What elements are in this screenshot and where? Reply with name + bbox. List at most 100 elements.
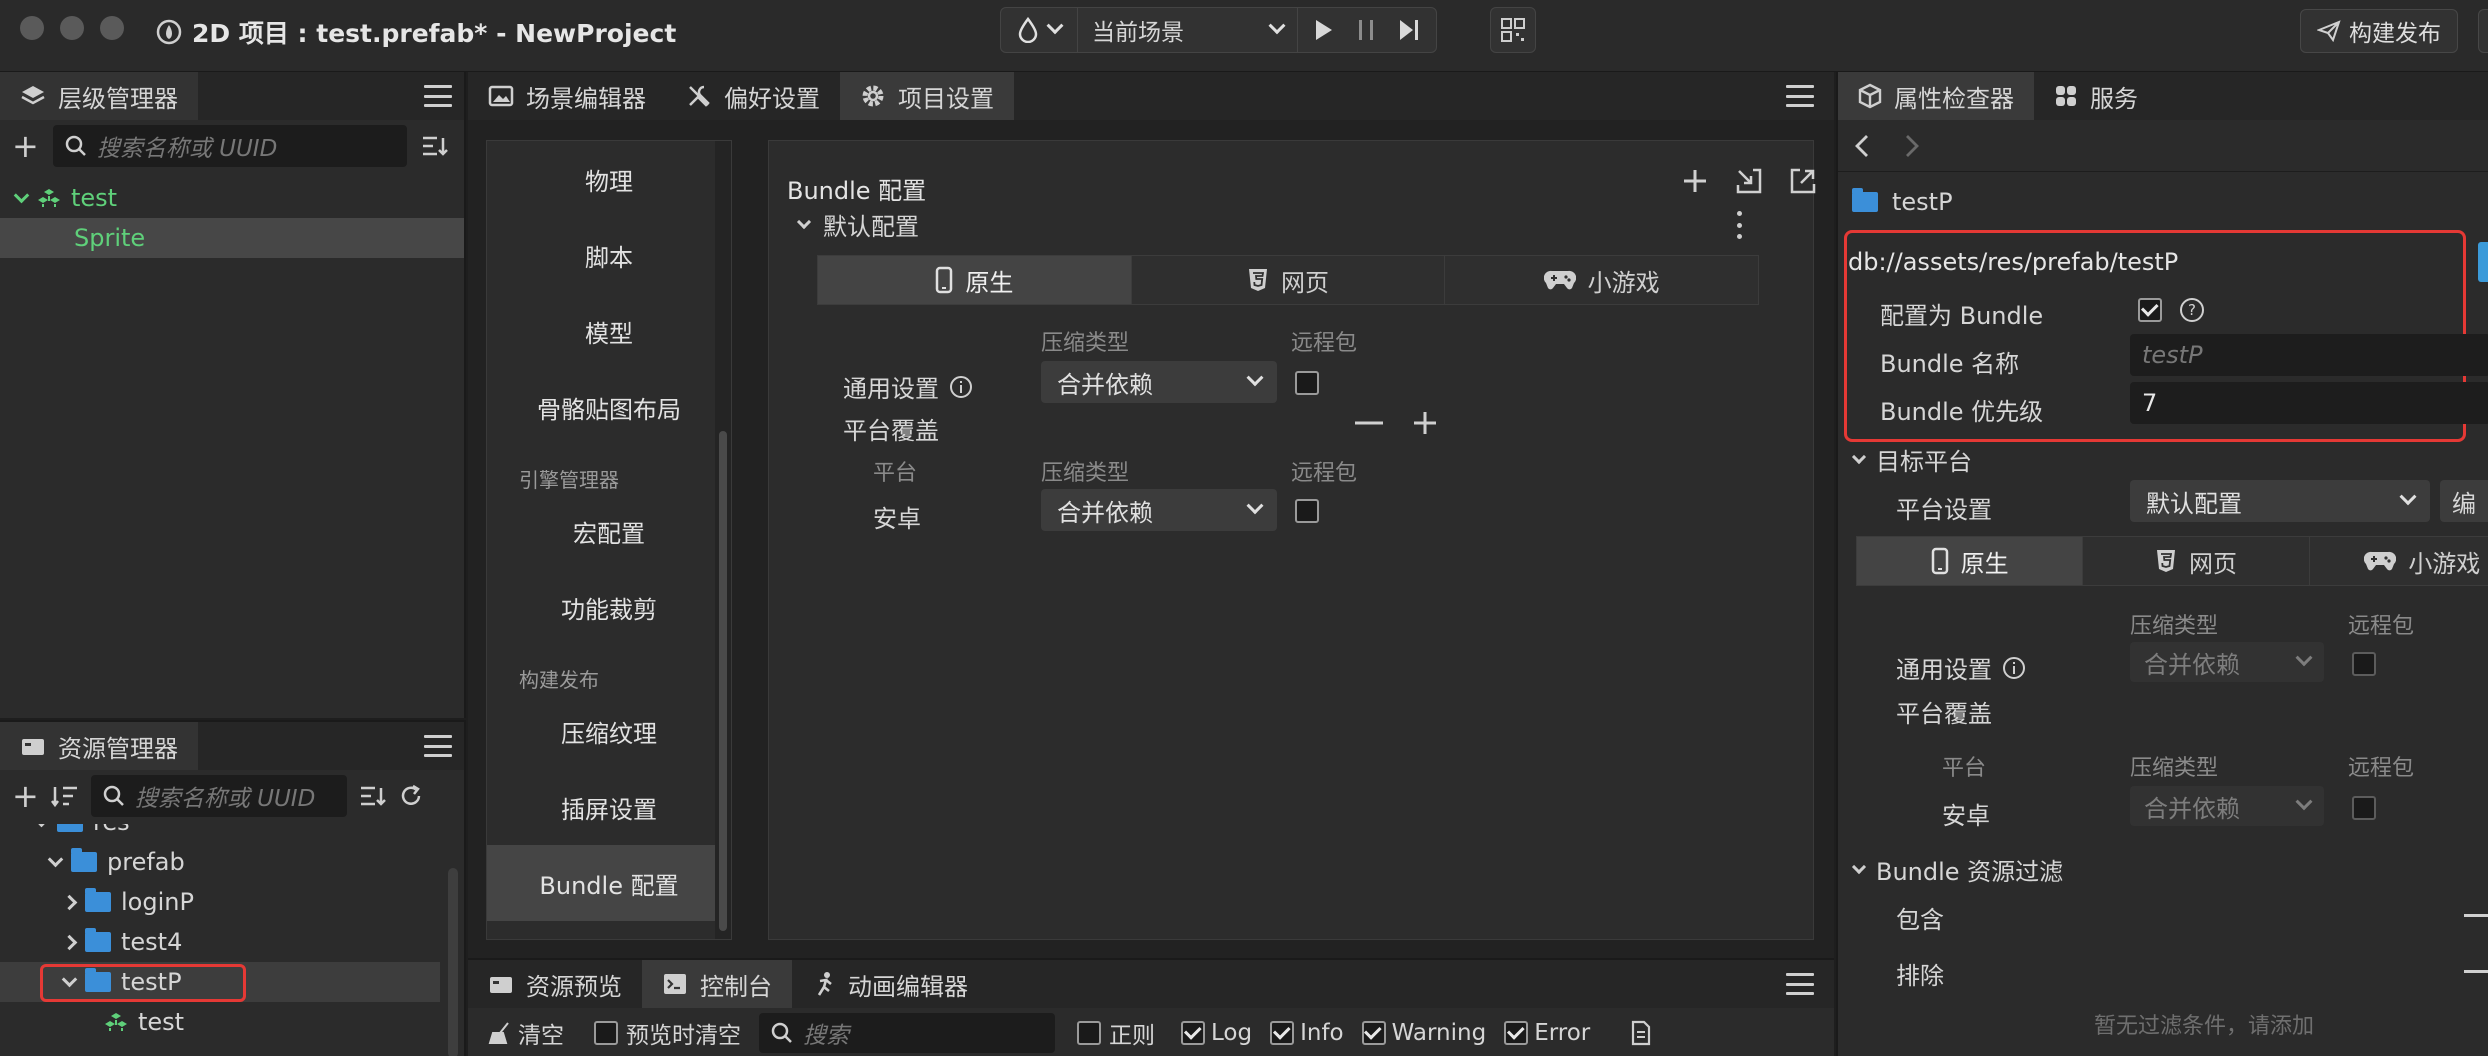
settings-nav-item-macro[interactable]: 宏配置 <box>487 493 731 569</box>
asset-folder-testp[interactable]: testP <box>0 962 440 1002</box>
tab-scene-editor[interactable]: 场景编辑器 <box>468 72 666 120</box>
more-options-icon[interactable] <box>1737 211 1743 239</box>
hierarchy-node-sprite[interactable]: Sprite <box>0 218 464 258</box>
tab-assets[interactable]: 资源管理器 <box>0 722 198 770</box>
bundle-filter-header[interactable]: Bundle 资源过滤 <box>1851 852 2063 887</box>
add-icon[interactable] <box>1681 167 1709 195</box>
platform-setting-select[interactable]: 默认配置 <box>2130 480 2430 522</box>
tab-minigame[interactable]: 小游戏 <box>2310 537 2488 585</box>
general-compress-select[interactable]: 合并依赖 <box>1041 361 1277 403</box>
preview-mode-dropdown[interactable] <box>1001 8 1078 52</box>
help-icon[interactable]: ? <box>2178 296 2206 324</box>
tab-preferences[interactable]: 偏好设置 <box>666 72 840 120</box>
asset-folder-test4[interactable]: test4 <box>0 922 440 962</box>
gear-icon <box>860 83 886 109</box>
target-platform-header[interactable]: 目标平台 <box>1851 442 1972 477</box>
chevron-down-icon <box>1851 859 1867 874</box>
scene-select[interactable]: 当前场景 <box>1078 8 1298 52</box>
hierarchy-node-test[interactable]: test <box>0 178 464 218</box>
inspector-android-remote-checkbox[interactable] <box>2352 796 2376 820</box>
settings-nav-item-model[interactable]: 模型 <box>487 293 731 369</box>
maximize-window-button[interactable] <box>100 16 124 40</box>
bundle-priority-input[interactable]: 7 <box>2130 382 2488 424</box>
play-icon[interactable] <box>1314 18 1334 42</box>
general-remote-checkbox[interactable] <box>1295 371 1319 395</box>
include-remove-icon[interactable] <box>2464 914 2488 917</box>
tab-asset-preview[interactable]: 资源预览 <box>468 960 642 1008</box>
inspector-general-remote-checkbox[interactable] <box>2352 652 2376 676</box>
add-node-icon[interactable]: + <box>12 127 39 165</box>
info-icon[interactable] <box>949 375 973 399</box>
tab-native[interactable]: 原生 <box>1857 537 2084 585</box>
settings-nav-item-skeleton-atlas[interactable]: 骨骼贴图布局 <box>487 369 731 445</box>
console-search-input[interactable]: 搜索 <box>759 1013 1055 1053</box>
hamburger-menu-icon[interactable] <box>424 735 452 757</box>
settings-nav-item-script[interactable]: 脚本 <box>487 217 731 293</box>
asset-prefab-test[interactable]: test <box>0 1002 440 1042</box>
info-icon[interactable] <box>2002 656 2026 680</box>
tab-project-settings[interactable]: 项目设置 <box>840 72 1014 120</box>
hamburger-menu-icon[interactable] <box>1786 85 1814 107</box>
tab-minigame[interactable]: 小游戏 <box>1445 256 1758 304</box>
exclude-remove-icon[interactable] <box>2464 970 2488 973</box>
tab-animation-editor[interactable]: 动画编辑器 <box>792 960 988 1008</box>
tab-inspector[interactable]: 属性检查器 <box>1838 72 2034 120</box>
platform-edit-button[interactable]: 编 <box>2440 480 2488 522</box>
android-remote-checkbox[interactable] <box>1295 499 1319 523</box>
sort-list-icon[interactable] <box>359 784 387 808</box>
inspector-general-compress-select[interactable]: 合并依赖 <box>2130 642 2324 682</box>
regex-checkbox[interactable] <box>1077 1021 1101 1045</box>
settings-nav-item-bundle[interactable]: Bundle 配置 <box>487 845 731 921</box>
clear-console-button[interactable]: 清空 <box>488 1016 564 1050</box>
chevron-down-icon <box>1046 17 1064 35</box>
step-icon[interactable] <box>1398 18 1420 42</box>
settings-nav-item-splash[interactable]: 插屏设置 <box>487 769 731 845</box>
tab-hierarchy[interactable]: 层级管理器 <box>0 72 198 120</box>
add-icon[interactable] <box>1411 409 1439 437</box>
assets-search-input[interactable]: 搜索名称或 UUID <box>90 775 347 817</box>
inspector-android-compress-select[interactable]: 合并依赖 <box>2130 786 2324 826</box>
back-arrow-icon[interactable] <box>1854 133 1870 159</box>
config-as-bundle-checkbox[interactable] <box>2138 298 2162 322</box>
hamburger-menu-icon[interactable] <box>424 85 452 107</box>
sort-icon[interactable] <box>50 784 79 808</box>
hierarchy-search-input[interactable]: 搜索名称或 UUID <box>52 125 407 167</box>
qr-code-button[interactable] <box>1490 7 1536 53</box>
document-icon[interactable] <box>1630 1020 1652 1046</box>
android-compress-select[interactable]: 合并依赖 <box>1041 489 1277 531</box>
grid-icon <box>2054 84 2078 108</box>
tab-native[interactable]: 原生 <box>818 256 1132 304</box>
asset-folder-prefab[interactable]: prefab <box>0 842 440 882</box>
extra-toolbar-button[interactable] <box>2478 9 2488 53</box>
settings-nav-item-feature-crop[interactable]: 功能裁剪 <box>487 569 731 645</box>
add-asset-icon[interactable]: + <box>12 777 39 815</box>
sort-list-icon[interactable] <box>421 134 449 158</box>
highlight-box <box>40 964 246 1002</box>
settings-nav-item-texture-compress[interactable]: 压缩纹理 <box>487 693 731 769</box>
refresh-icon[interactable] <box>399 784 423 808</box>
import-icon[interactable] <box>1735 167 1763 195</box>
asset-folder-loginp[interactable]: loginP <box>0 882 440 922</box>
minus-icon[interactable] <box>1353 409 1385 437</box>
default-config-header[interactable]: 默认配置 <box>796 207 919 242</box>
clear-on-preview-checkbox[interactable] <box>594 1021 618 1045</box>
hamburger-menu-icon[interactable] <box>1786 973 1814 995</box>
forward-arrow-icon[interactable] <box>1904 133 1920 159</box>
log-filter-checkbox[interactable] <box>1181 1021 1205 1045</box>
assets-scrollbar[interactable] <box>448 868 458 1056</box>
warning-filter-checkbox[interactable] <box>1361 1021 1386 1045</box>
build-publish-button[interactable]: 构建发布 <box>2300 9 2458 53</box>
tab-web[interactable]: 网页 <box>1132 256 1446 304</box>
error-filter-checkbox[interactable] <box>1504 1021 1529 1045</box>
minimize-window-button[interactable] <box>60 16 84 40</box>
settings-nav-item-physics[interactable]: 物理 <box>487 141 731 217</box>
export-icon[interactable] <box>1789 167 1817 195</box>
tab-web[interactable]: 网页 <box>2083 537 2310 585</box>
info-filter-checkbox[interactable] <box>1270 1021 1295 1045</box>
tab-services[interactable]: 服务 <box>2034 72 2158 120</box>
tab-console[interactable]: 控制台 <box>642 960 792 1008</box>
bundle-name-input[interactable]: testP <box>2130 334 2488 376</box>
close-window-button[interactable] <box>20 16 44 40</box>
pause-icon[interactable] <box>1356 18 1376 42</box>
asset-folder-res[interactable]: res <box>0 824 440 842</box>
